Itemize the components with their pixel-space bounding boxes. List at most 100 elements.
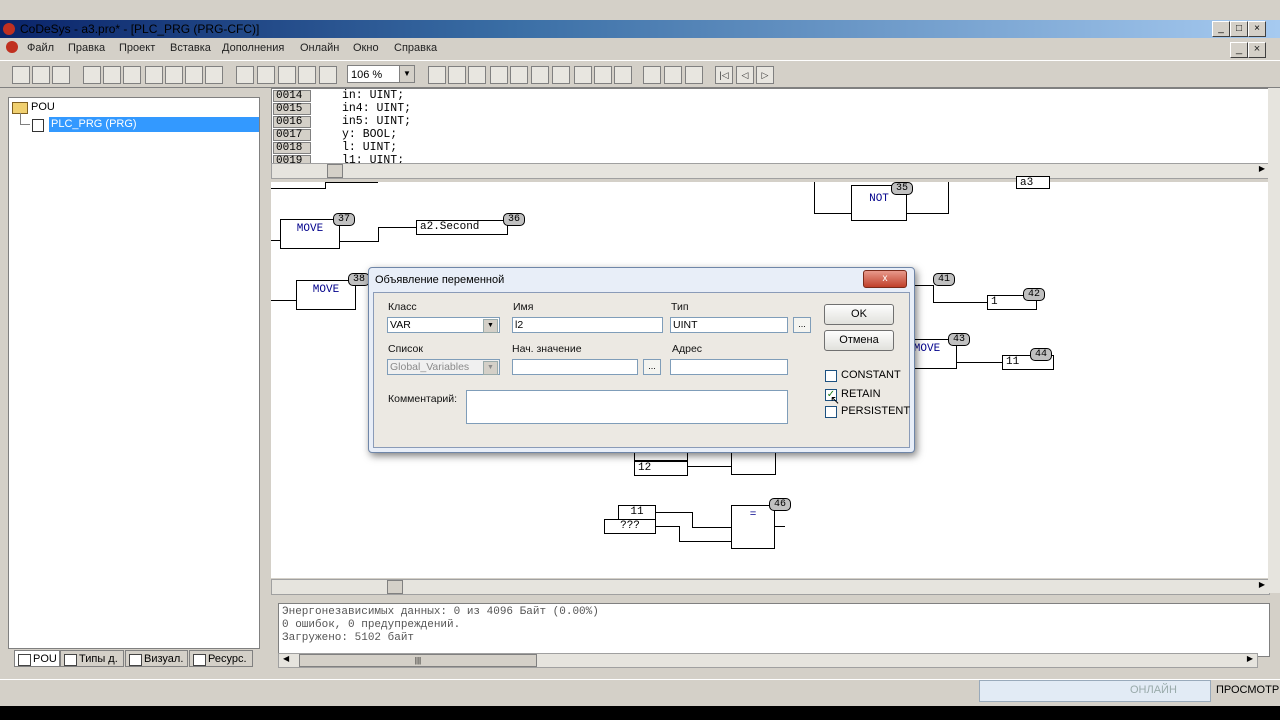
cfc-set-reset-icon[interactable]: [594, 66, 612, 84]
zoom-select[interactable]: 106 % ▼: [347, 65, 415, 83]
cfc-output-icon[interactable]: [448, 66, 466, 84]
menu-extras[interactable]: Дополнения: [222, 42, 284, 54]
class-select[interactable]: VAR ▼: [387, 317, 500, 333]
cfc-enable-icon[interactable]: [664, 66, 682, 84]
declaration-line[interactable]: in: UINT;: [342, 89, 404, 102]
scroll-thumb[interactable]: [387, 580, 403, 594]
output-a2-second[interactable]: a2.Second: [416, 220, 508, 235]
menu-window[interactable]: Окно: [353, 42, 379, 54]
save-icon[interactable]: [52, 66, 70, 84]
app-icon: [3, 23, 15, 35]
cfc-order-icon[interactable]: [685, 66, 703, 84]
scroll-right-icon[interactable]: ▶: [1259, 580, 1265, 589]
move-block[interactable]: MOVE: [280, 219, 340, 249]
cut-icon[interactable]: [236, 66, 254, 84]
vertical-scrollbar[interactable]: [1268, 88, 1280, 593]
cfc-comment-icon[interactable]: [552, 66, 570, 84]
tree-item-plc-prg[interactable]: PLC_PRG (PRG): [49, 117, 259, 132]
scroll-thumb[interactable]: [327, 164, 343, 178]
name-input[interactable]: l2: [512, 317, 663, 333]
persistent-checkbox[interactable]: [825, 406, 837, 418]
breakpoint-icon[interactable]: [165, 66, 183, 84]
first-icon[interactable]: |◁: [715, 66, 733, 84]
dialog-title: Объявление переменной: [375, 274, 505, 286]
move-block[interactable]: MOVE: [296, 280, 356, 310]
new-icon[interactable]: [12, 66, 30, 84]
paste-icon[interactable]: [278, 66, 296, 84]
address-input[interactable]: [670, 359, 788, 375]
comment-label: Комментарий:: [388, 393, 458, 405]
wire: [378, 227, 416, 228]
declaration-scrollbar[interactable]: ▶: [271, 163, 1270, 179]
declaration-line[interactable]: in4: UINT;: [342, 102, 411, 115]
zoom-value: 106 %: [351, 69, 383, 81]
input-unknown[interactable]: ???: [604, 519, 656, 534]
force-icon[interactable]: [205, 66, 223, 84]
menu-project[interactable]: Проект: [119, 42, 155, 54]
close-icon[interactable]: ×: [1248, 21, 1266, 37]
open-icon[interactable]: [32, 66, 50, 84]
list-select[interactable]: Global_Variables ▼: [387, 359, 500, 375]
cfc-jump-icon[interactable]: [490, 66, 508, 84]
ok-button[interactable]: OK: [824, 304, 894, 325]
input-11[interactable]: 11: [618, 505, 656, 520]
next-icon[interactable]: ▷: [756, 66, 774, 84]
menu-online[interactable]: Онлайн: [300, 42, 339, 54]
find-icon[interactable]: [298, 66, 316, 84]
child-minimize-icon[interactable]: _: [1230, 42, 1248, 58]
cancel-button[interactable]: Отмена: [824, 330, 894, 351]
tab-visualizations[interactable]: Визуал.: [125, 650, 188, 667]
function-block[interactable]: [731, 451, 776, 475]
cfc-box-icon[interactable]: [468, 66, 486, 84]
child-close-icon[interactable]: ×: [1248, 42, 1266, 58]
comment-input[interactable]: [466, 390, 788, 424]
equal-block[interactable]: =: [731, 505, 775, 549]
cfc-label-icon[interactable]: [510, 66, 528, 84]
input-12[interactable]: 12: [634, 461, 688, 476]
type-browse-button[interactable]: ...: [793, 317, 811, 333]
init-value-label: Нач. значение: [512, 343, 582, 355]
declaration-line[interactable]: l: UINT;: [342, 141, 397, 154]
constant-checkbox[interactable]: [825, 370, 837, 382]
wire: [913, 285, 933, 286]
declaration-editor[interactable]: 0014 in: UINT; 0015 in4: UINT; 0016 in5:…: [271, 88, 1270, 164]
message-scrollbar[interactable]: ◀ ||| ▶: [278, 653, 1258, 668]
declaration-line[interactable]: y: BOOL;: [342, 128, 397, 141]
dialog-close-icon[interactable]: x: [863, 270, 907, 288]
menu-insert[interactable]: Вставка: [170, 42, 211, 54]
declaration-line[interactable]: in5: UINT;: [342, 115, 411, 128]
init-value-input[interactable]: [512, 359, 638, 375]
status-bar: ОНЛАЙН ПРОСМОТР: [0, 679, 1280, 702]
tree-root-pou[interactable]: POU: [31, 101, 55, 113]
cfc-return-icon[interactable]: [531, 66, 549, 84]
run-icon[interactable]: [123, 66, 141, 84]
step-icon[interactable]: [145, 66, 163, 84]
scroll-thumb[interactable]: |||: [299, 654, 537, 667]
scroll-left-icon[interactable]: ◀: [283, 654, 289, 663]
cfc-input-pin-icon[interactable]: [574, 66, 592, 84]
replace-icon[interactable]: [319, 66, 337, 84]
tab-pou[interactable]: POU: [14, 650, 60, 667]
minimize-icon[interactable]: _: [1212, 21, 1230, 37]
cfc-macro-icon[interactable]: [643, 66, 661, 84]
tab-resources[interactable]: Ресурс.: [189, 650, 253, 667]
copy-icon[interactable]: [257, 66, 275, 84]
login-icon[interactable]: [83, 66, 101, 84]
watch-icon[interactable]: [185, 66, 203, 84]
stop-icon[interactable]: [103, 66, 121, 84]
maximize-icon[interactable]: □: [1230, 21, 1248, 37]
cfc-negate-icon[interactable]: [614, 66, 632, 84]
menu-help[interactable]: Справка: [394, 42, 437, 54]
scroll-right-icon[interactable]: ▶: [1247, 654, 1253, 663]
type-input[interactable]: UINT: [670, 317, 788, 333]
scroll-right-icon[interactable]: ▶: [1259, 164, 1265, 173]
init-browse-button[interactable]: ...: [643, 359, 661, 375]
output-a3[interactable]: a3: [1016, 176, 1050, 189]
prev-icon[interactable]: ◁: [736, 66, 754, 84]
tab-data-types[interactable]: Типы д.: [60, 650, 124, 667]
data-types-icon: [64, 654, 77, 666]
menu-edit[interactable]: Правка: [68, 42, 105, 54]
cfc-input-icon[interactable]: [428, 66, 446, 84]
cfc-scrollbar[interactable]: ▶: [271, 579, 1270, 595]
menu-file[interactable]: Файл: [27, 42, 54, 54]
